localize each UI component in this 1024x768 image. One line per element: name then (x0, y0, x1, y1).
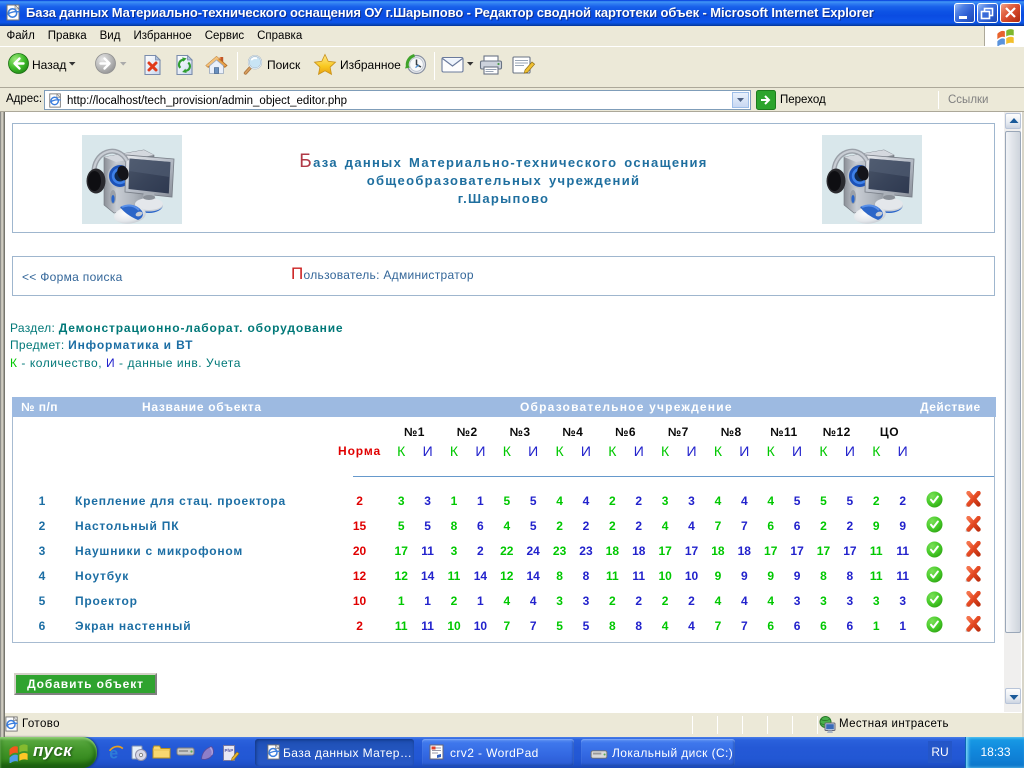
svg-text:PhP: PhP (225, 748, 234, 753)
